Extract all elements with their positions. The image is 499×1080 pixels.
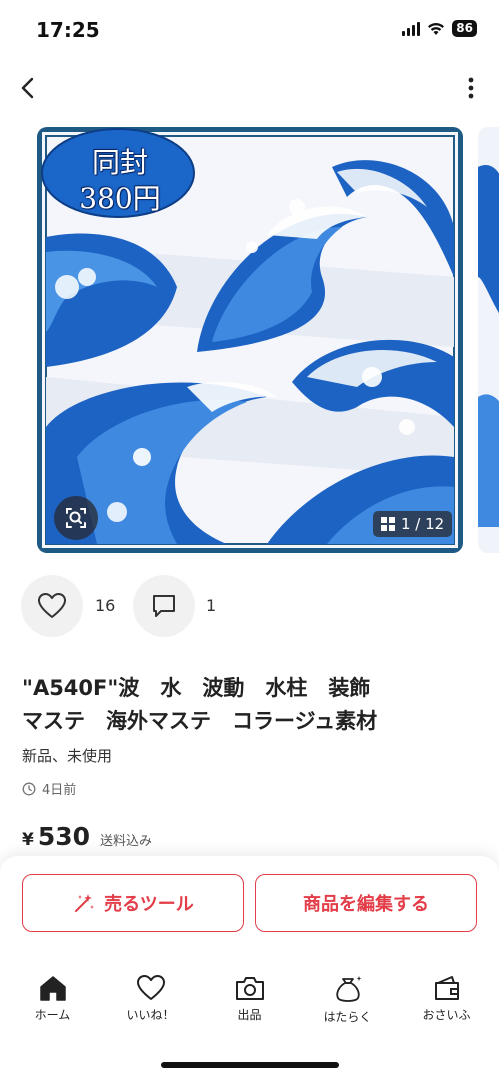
comment-icon: [153, 595, 175, 617]
status-bar: 17:25 86: [0, 0, 499, 60]
bottom-sheet: 売るツール 商品を編集する ホーム いいね！ 出品 はたらく おさいふ: [0, 856, 499, 1080]
navbar: [0, 66, 499, 110]
status-icons: 86: [402, 20, 477, 37]
price: ¥ 530 送料込み: [22, 822, 152, 851]
grid-icon: [381, 517, 395, 531]
comment-count: 1: [206, 596, 217, 615]
sell-tool-label: 売るツール: [104, 894, 194, 915]
tab-work-label: はたらく: [323, 1010, 372, 1024]
stamp-line-1: 同封: [91, 146, 148, 179]
battery-level: 86: [452, 20, 477, 37]
camera-icon: [235, 977, 264, 1000]
image-search-button[interactable]: [54, 496, 98, 540]
tab-likes[interactable]: いいね！: [101, 974, 200, 1034]
heart-outline-icon: [136, 975, 165, 1000]
home-indicator: [161, 1062, 339, 1068]
tab-home-label: ホーム: [34, 1008, 71, 1022]
tab-wallet-label: おさいふ: [422, 1008, 471, 1022]
money-bag-icon: [335, 976, 361, 1002]
tab-work[interactable]: はたらく: [298, 974, 397, 1034]
edit-item-button[interactable]: 商品を編集する: [255, 874, 477, 932]
engagement-row: 16 1: [21, 575, 481, 637]
tab-bar: ホーム いいね！ 出品 はたらく おさいふ: [0, 974, 499, 1044]
wifi-icon: [428, 22, 445, 35]
bundle-price-stamp: 同封 380円: [42, 136, 198, 230]
heart-icon: [38, 593, 66, 618]
like-button[interactable]: [21, 575, 83, 637]
edit-item-label: 商品を編集する: [303, 894, 429, 915]
photo-counter-text: 1 / 12: [401, 515, 445, 533]
tab-listing-label: 出品: [237, 1008, 262, 1022]
tab-wallet[interactable]: おさいふ: [397, 974, 496, 1034]
home-icon: [39, 976, 66, 1001]
price-currency: ¥: [22, 830, 34, 850]
back-icon[interactable]: [14, 74, 42, 102]
wallet-icon: [434, 976, 459, 1000]
comment-button[interactable]: [133, 575, 195, 637]
more-options-icon[interactable]: [465, 75, 477, 101]
item-title: "A540F"波 水 波動 水柱 装飾 マステ 海外マステ コラージュ素材: [22, 672, 482, 738]
cellular-signal-icon: [402, 21, 421, 36]
posted-time: 4日前: [22, 779, 76, 798]
lens-icon: [66, 508, 86, 528]
tab-home[interactable]: ホーム: [3, 974, 102, 1034]
tab-likes-label: いいね！: [126, 1008, 175, 1022]
item-condition: 新品、未使用: [22, 747, 113, 765]
next-photo-peek[interactable]: [478, 127, 499, 553]
photo-counter[interactable]: 1 / 12: [373, 511, 453, 537]
item-title-line-2: マステ 海外マステ コラージュ素材: [22, 709, 378, 733]
shipping-included: 送料込み: [100, 834, 153, 849]
tab-listing[interactable]: 出品: [200, 974, 299, 1034]
stamp-line-2: 380円: [79, 182, 161, 215]
sell-tool-button[interactable]: 売るツール: [22, 874, 244, 932]
clock-icon: [22, 782, 36, 795]
status-time: 17:25: [36, 18, 100, 42]
posted-time-text: 4日前: [42, 783, 77, 798]
item-title-line-1: "A540F"波 水 波動 水柱 装飾: [22, 676, 371, 700]
like-count: 16: [95, 596, 116, 615]
price-value: 530: [37, 822, 91, 851]
magic-wand-icon: [75, 894, 95, 912]
